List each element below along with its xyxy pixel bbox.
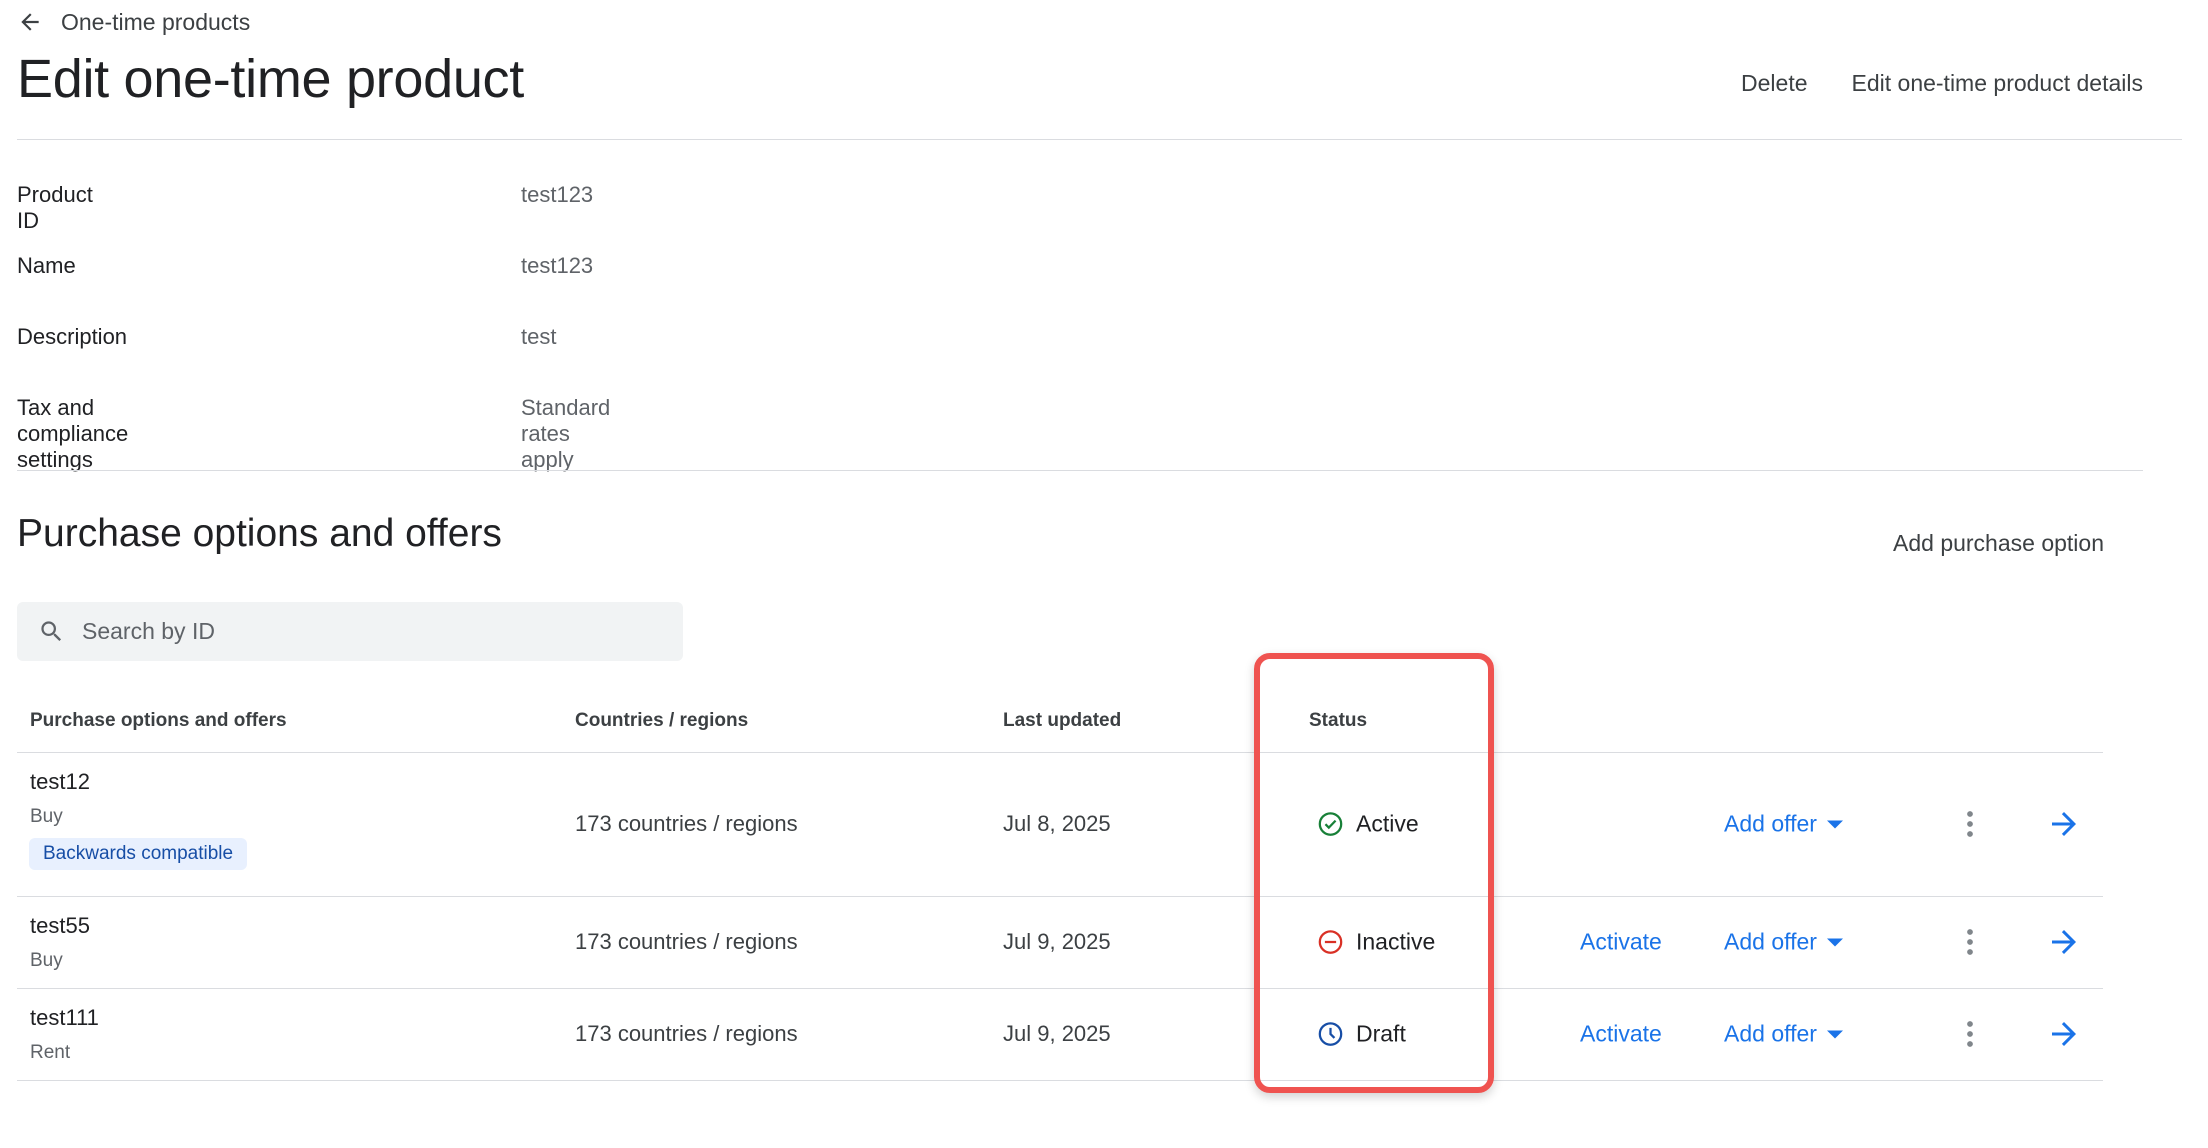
arrow-forward-icon [2052, 812, 2076, 836]
option-type: Buy [30, 950, 63, 971]
table-row[interactable]: test12 Buy Backwards compatible 173 coun… [17, 753, 2103, 897]
countries-cell: 173 countries / regions [575, 929, 798, 954]
edit-details-button[interactable]: Edit one-time product details [1852, 70, 2144, 97]
detail-value: test123 [521, 182, 594, 207]
more-vert-icon [1967, 811, 1973, 837]
detail-value: test123 [521, 253, 594, 278]
updated-cell: Jul 8, 2025 [1003, 811, 1111, 836]
search-input[interactable] [80, 617, 644, 646]
add-offer-button[interactable]: Add offer [1724, 811, 1843, 838]
caret-down-icon [1826, 1030, 1843, 1038]
caret-down-icon [1826, 938, 1843, 946]
add-offer-button[interactable]: Add offer [1724, 929, 1843, 956]
search-box[interactable] [17, 602, 683, 661]
activate-button[interactable]: Activate [1580, 1021, 1662, 1048]
column-header-options[interactable]: Purchase options and offers [30, 710, 287, 732]
column-header-updated[interactable]: Last updated [1003, 710, 1121, 732]
table-row[interactable]: test111 Rent 173 countries / regions Jul… [17, 989, 2103, 1081]
more-options-button[interactable] [1955, 806, 1985, 842]
search-icon [41, 621, 62, 642]
add-offer-label: Add offer [1724, 810, 1817, 837]
caret-down-icon [1826, 820, 1843, 828]
backwards-compatible-badge: Backwards compatible [29, 838, 248, 870]
arrow-forward-icon [2052, 1022, 2076, 1046]
page-title: Edit one-time product [17, 49, 524, 109]
open-details-button[interactable] [2046, 924, 2082, 960]
detail-label: Tax and compliance settings [17, 395, 129, 472]
arrow-forward-icon [2052, 930, 2076, 954]
option-id: test12 [30, 769, 90, 794]
add-offer-label: Add offer [1724, 1020, 1817, 1047]
open-details-button[interactable] [2046, 1016, 2082, 1052]
delete-button[interactable]: Delete [1741, 70, 1807, 97]
countries-cell: 173 countries / regions [575, 811, 798, 836]
updated-cell: Jul 9, 2025 [1003, 929, 1111, 954]
detail-value: Standard rates apply [521, 395, 611, 472]
option-type: Rent [30, 1042, 71, 1063]
detail-label: Description [17, 324, 128, 349]
activate-button[interactable]: Activate [1580, 929, 1662, 956]
arrow-back-icon [21, 13, 39, 31]
table-row[interactable]: test55 Buy 173 countries / regions Jul 9… [17, 897, 2103, 989]
more-vert-icon [1967, 929, 1973, 955]
more-vert-icon [1967, 1021, 1973, 1047]
detail-value: test [521, 324, 557, 349]
purchase-options-table: Purchase options and offers Countries / … [17, 690, 2103, 1081]
option-type: Buy [30, 806, 63, 827]
header-actions: Delete Edit one-time product details [1741, 70, 2143, 97]
column-header-countries[interactable]: Countries / regions [575, 710, 748, 732]
back-link-label: One-time products [61, 8, 251, 35]
details-divider [17, 470, 2143, 471]
option-id: test111 [30, 1005, 99, 1030]
detail-label: Product ID [17, 182, 93, 233]
table-header: Purchase options and offers Countries / … [17, 690, 2103, 753]
add-offer-button[interactable]: Add offer [1724, 1021, 1843, 1048]
section-title: Purchase options and offers [17, 512, 502, 555]
more-options-button[interactable] [1955, 1016, 1985, 1052]
updated-cell: Jul 9, 2025 [1003, 1021, 1111, 1046]
header-divider [17, 139, 2182, 140]
add-offer-label: Add offer [1724, 928, 1817, 955]
option-id: test55 [30, 913, 90, 938]
countries-cell: 173 countries / regions [575, 1021, 798, 1046]
more-options-button[interactable] [1955, 924, 1985, 960]
detail-label: Name [17, 253, 76, 278]
status-highlight-box [1254, 653, 1494, 1093]
open-details-button[interactable] [2046, 806, 2082, 842]
add-purchase-option-button[interactable]: Add purchase option [1893, 530, 2104, 557]
back-link[interactable]: One-time products [17, 2, 250, 42]
